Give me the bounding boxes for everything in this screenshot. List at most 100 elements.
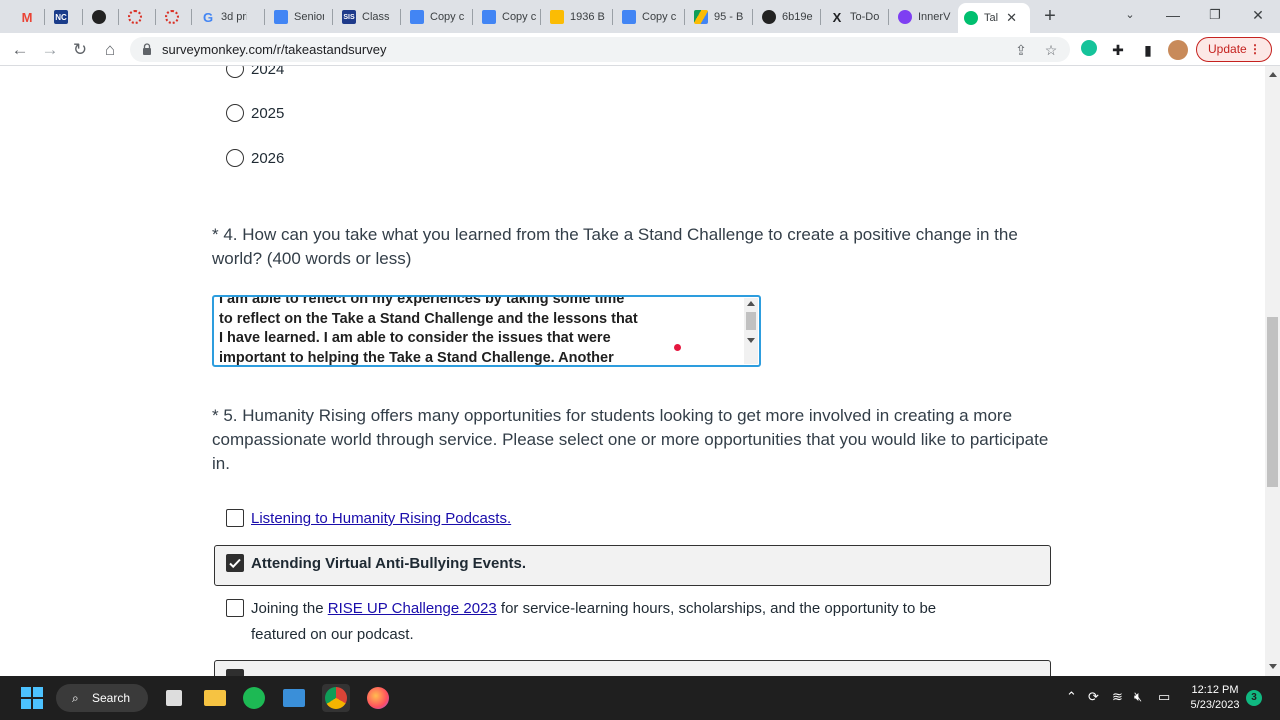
checkbox-checked[interactable] xyxy=(226,554,244,572)
wifi-icon[interactable]: ≋ xyxy=(1112,689,1123,705)
reload-icon[interactable]: ↻ xyxy=(68,38,92,62)
tab-github-1[interactable] xyxy=(86,4,116,30)
tab-class[interactable]: SIS Class S xyxy=(336,4,392,30)
checkbox[interactable] xyxy=(226,509,244,527)
question-5-title: * 5. Humanity Rising offers many opportu… xyxy=(212,406,1049,473)
loading-icon xyxy=(128,10,142,24)
tab-senior[interactable]: Senior xyxy=(268,4,324,30)
slides-icon xyxy=(550,10,564,24)
tab-copy-2[interactable]: Copy c xyxy=(476,4,536,30)
browser-toolbar: ← → ↻ ⌂ surveymonkey.com/r/takeastandsur… xyxy=(0,33,1280,66)
page-scrollbar[interactable] xyxy=(1265,66,1280,676)
battery-icon[interactable]: ▭ xyxy=(1158,689,1170,705)
bookmark-star-icon[interactable]: ☆ xyxy=(1042,41,1060,59)
docs-icon xyxy=(482,10,496,24)
tab-6b19e[interactable]: 6b19e xyxy=(756,4,816,30)
option-rise-up-challenge[interactable]: Joining the RISE UP Challenge 2023 for s… xyxy=(226,596,936,648)
tab-3d-print[interactable]: G 3d prin xyxy=(195,4,247,30)
extensions-icon[interactable]: ✚ xyxy=(1108,40,1128,60)
photos-icon[interactable] xyxy=(280,684,308,712)
radio-option-2026[interactable]: 2026 xyxy=(226,149,284,167)
spotify-icon[interactable] xyxy=(240,684,268,712)
windows-start-icon[interactable] xyxy=(18,684,46,712)
docs-icon xyxy=(410,10,424,24)
option-anti-bullying-events[interactable]: Attending Virtual Anti-Bullying Events. xyxy=(226,551,526,577)
update-button[interactable]: Update ⋮ xyxy=(1196,37,1272,62)
textarea-scrollbar[interactable] xyxy=(744,298,758,364)
home-icon[interactable]: ⌂ xyxy=(98,38,122,62)
cursor-indicator xyxy=(674,344,681,351)
volume-muted-icon[interactable]: 🔇︎ xyxy=(1134,689,1142,705)
option-podcasts[interactable]: Listening to Humanity Rising Podcasts. xyxy=(226,506,511,532)
notification-badge[interactable]: 3 xyxy=(1246,690,1262,706)
innerview-icon xyxy=(898,10,912,24)
close-window-button[interactable]: ✕ xyxy=(1243,4,1273,28)
checkmark-icon xyxy=(229,558,241,569)
tab-loading-2[interactable] xyxy=(159,4,189,30)
survey-page: 2024 2025 2026 * 4. How can you take wha… xyxy=(0,66,1265,676)
docs-icon xyxy=(274,10,288,24)
selected-option-highlight-partial xyxy=(214,660,1051,676)
question-4-title: * 4. How can you take what you learned f… xyxy=(212,225,1018,268)
file-explorer-icon[interactable] xyxy=(200,684,228,712)
docs-icon xyxy=(622,10,636,24)
tab-gmail[interactable]: M xyxy=(14,4,44,30)
task-view-icon[interactable] xyxy=(160,684,188,712)
tab-copy-1[interactable]: Copy c xyxy=(404,4,464,30)
google-icon: G xyxy=(202,9,214,25)
gmail-icon: M xyxy=(21,9,33,25)
answer-text: I am able to reflect on my experiences b… xyxy=(219,295,638,366)
nc-icon: NC xyxy=(54,10,68,24)
minimize-button[interactable]: — xyxy=(1158,4,1188,28)
x-icon: X xyxy=(832,9,842,25)
windows-taskbar: ⌕ Search ⌃ ⟳ ≋ 🔇︎ ▭ 12:12 PM 5/23/2023 3 xyxy=(0,676,1280,720)
search-icon: ⌕ xyxy=(72,691,79,705)
loading-icon xyxy=(165,10,179,24)
restore-button[interactable]: ❐ xyxy=(1200,4,1230,28)
tab-innerview[interactable]: InnerV xyxy=(892,4,952,30)
radio-button[interactable] xyxy=(226,149,244,167)
radio-option-2024[interactable]: 2024 xyxy=(226,66,284,78)
taskbar-search[interactable]: ⌕ Search xyxy=(56,684,148,712)
tab-copy-3[interactable]: Copy c xyxy=(616,4,676,30)
forward-icon[interactable]: → xyxy=(38,38,62,62)
chrome-icon[interactable] xyxy=(322,684,350,712)
tab-1936[interactable]: 1936 B xyxy=(544,4,606,30)
radio-option-2025[interactable]: 2025 xyxy=(226,104,284,122)
radio-button[interactable] xyxy=(226,66,244,78)
address-bar[interactable]: surveymonkey.com/r/takeastandsurvey ⇪ ☆ xyxy=(130,37,1070,62)
tab-loading-1[interactable] xyxy=(122,4,152,30)
system-clock[interactable]: 12:12 PM 5/23/2023 xyxy=(1186,683,1244,713)
radio-button[interactable] xyxy=(226,104,244,122)
profile-avatar[interactable] xyxy=(1168,40,1188,60)
firefox-icon[interactable] xyxy=(364,684,392,712)
tab-close-icon[interactable]: ✕ xyxy=(1006,10,1017,26)
tab-search-icon[interactable]: ⌄ xyxy=(1115,4,1145,28)
rise-up-challenge-link[interactable]: RISE UP Challenge 2023 xyxy=(328,600,497,617)
sync-icon[interactable]: ⟳ xyxy=(1088,689,1099,705)
tab-active-survey[interactable]: Tal ✕ xyxy=(958,3,1030,33)
surveymonkey-icon xyxy=(964,11,978,25)
tab-strip: M NC G 3d prin Senior SIS Class xyxy=(0,0,1280,33)
drive-icon xyxy=(694,10,708,24)
side-panel-icon[interactable]: ▮ xyxy=(1138,40,1158,60)
podcasts-link[interactable]: Listening to Humanity Rising Podcasts. xyxy=(251,506,511,532)
question-4-answer-textarea[interactable]: I am able to reflect on my experiences b… xyxy=(212,295,761,367)
scrollbar-thumb[interactable] xyxy=(1267,317,1278,487)
lock-icon xyxy=(143,43,151,55)
tray-chevron-icon[interactable]: ⌃ xyxy=(1066,689,1077,705)
github-icon xyxy=(92,10,106,24)
more-menu-icon[interactable]: ⋮ xyxy=(1249,38,1261,61)
new-tab-button[interactable]: + xyxy=(1038,5,1062,29)
back-icon[interactable]: ← xyxy=(8,38,32,62)
tab-95[interactable]: 95 - B xyxy=(688,4,748,30)
grammarly-icon[interactable] xyxy=(1079,40,1099,60)
share-icon[interactable]: ⇪ xyxy=(1012,41,1030,59)
tab-nc[interactable]: NC xyxy=(48,4,78,30)
checkbox-checked-partial[interactable] xyxy=(226,669,244,676)
url-text: surveymonkey.com/r/takeastandsurvey xyxy=(162,42,387,57)
tab-todo[interactable]: X To-Do xyxy=(824,4,884,30)
checkbox[interactable] xyxy=(226,599,244,617)
github-icon xyxy=(762,10,776,24)
sis-icon: SIS xyxy=(342,10,356,24)
